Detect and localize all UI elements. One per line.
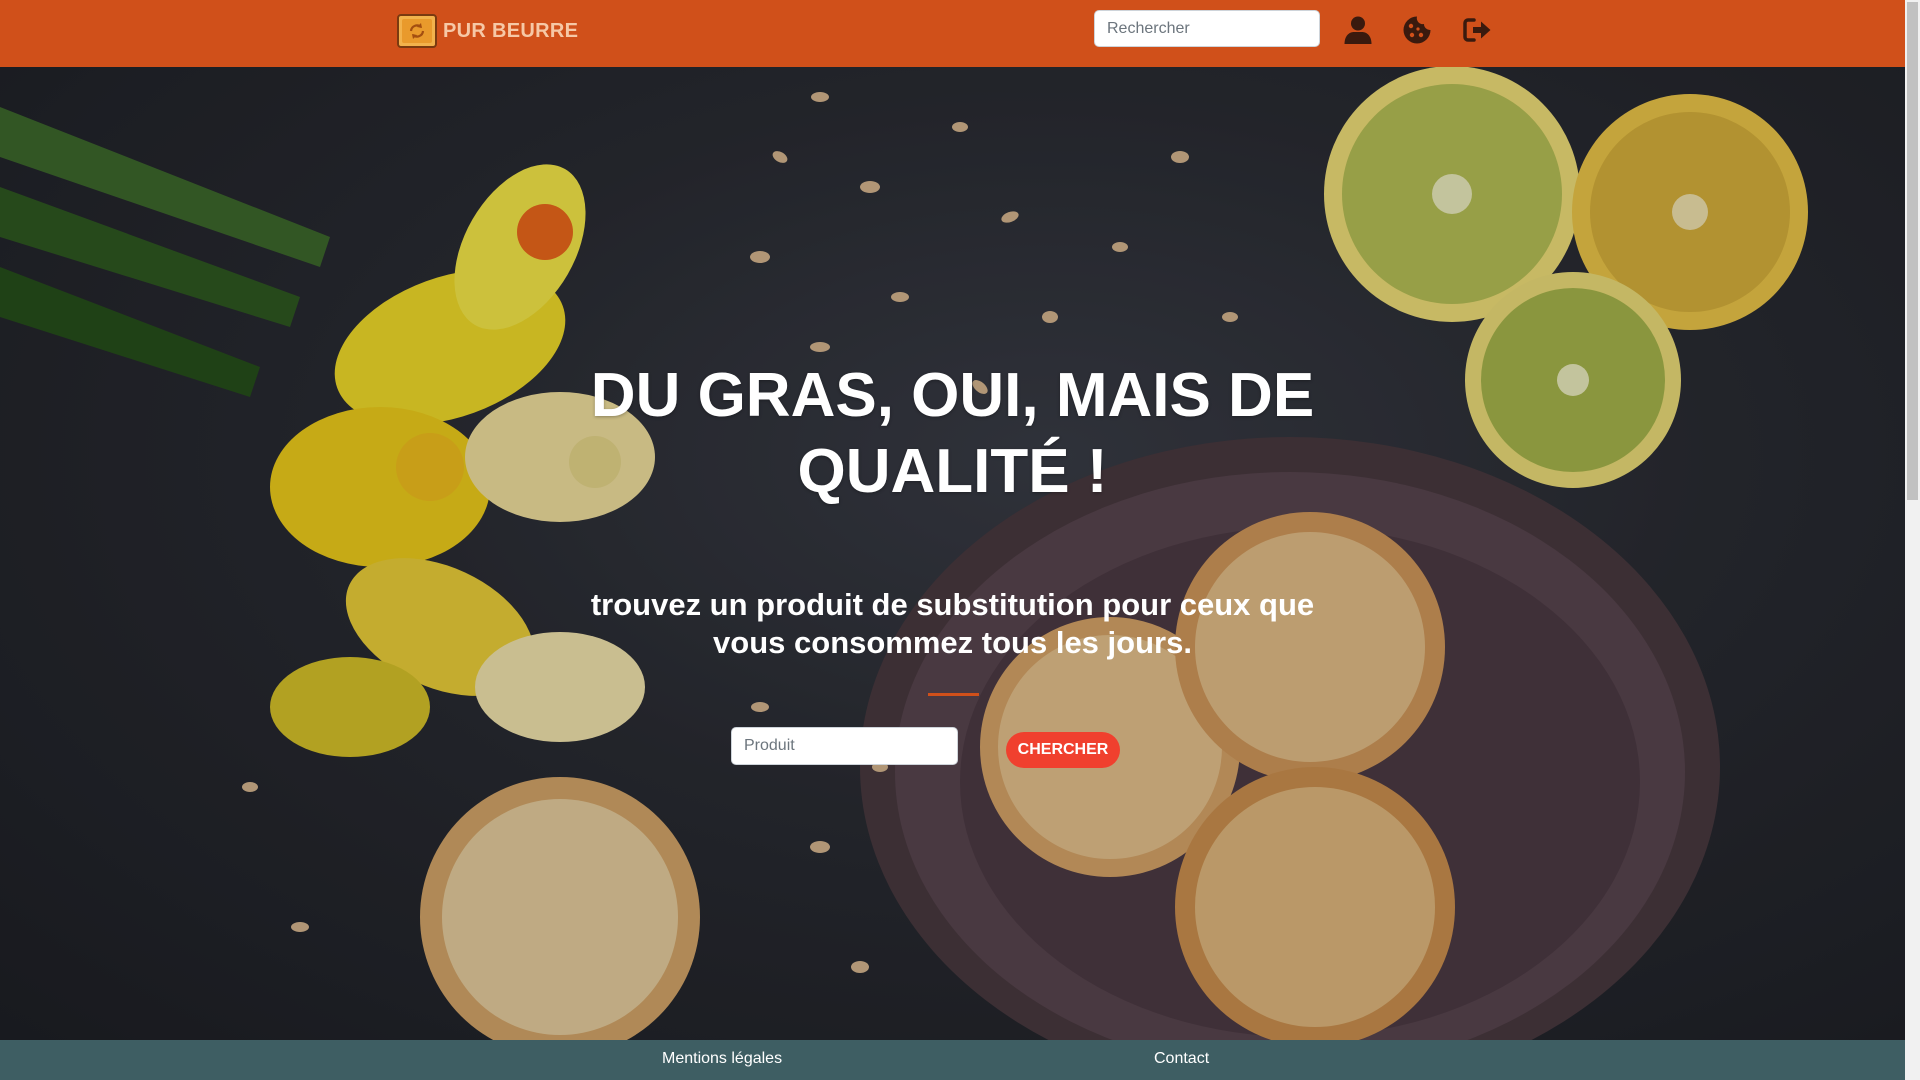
contact-link[interactable]: Contact <box>1154 1050 1209 1068</box>
cookie-icon[interactable] <box>1402 15 1432 45</box>
nav-search-input[interactable] <box>1094 10 1320 47</box>
hero-headline: DU GRAS, OUI, MAIS DE QUALITÉ ! <box>590 361 1315 506</box>
scrollbar-thumb[interactable] <box>1907 2 1918 500</box>
hero-divider <box>928 693 979 696</box>
page-scrollbar[interactable] <box>1905 0 1920 1080</box>
footer: Mentions légales Contact <box>0 1040 1905 1080</box>
search-button[interactable]: CHERCHER <box>1006 732 1120 768</box>
user-icon[interactable] <box>1343 15 1373 45</box>
brand-link[interactable]: PUR BEURRE <box>397 13 578 49</box>
legal-notice-link[interactable]: Mentions légales <box>662 1050 782 1068</box>
navbar: PUR BEURRE <box>0 0 1905 67</box>
page: PUR BEURRE Rechercher DU GRAS, OUI, MAIS… <box>0 0 1905 1080</box>
brand-name: PUR BEURRE <box>443 19 579 42</box>
hero-subline: trouvez un produit de substitution pour … <box>590 587 1315 660</box>
brand-logo-icon <box>397 14 437 48</box>
product-search-input[interactable] <box>731 727 958 765</box>
hero-overlay <box>0 67 1905 1040</box>
sign-out-icon[interactable] <box>1462 15 1492 45</box>
hero-section <box>0 67 1905 1040</box>
